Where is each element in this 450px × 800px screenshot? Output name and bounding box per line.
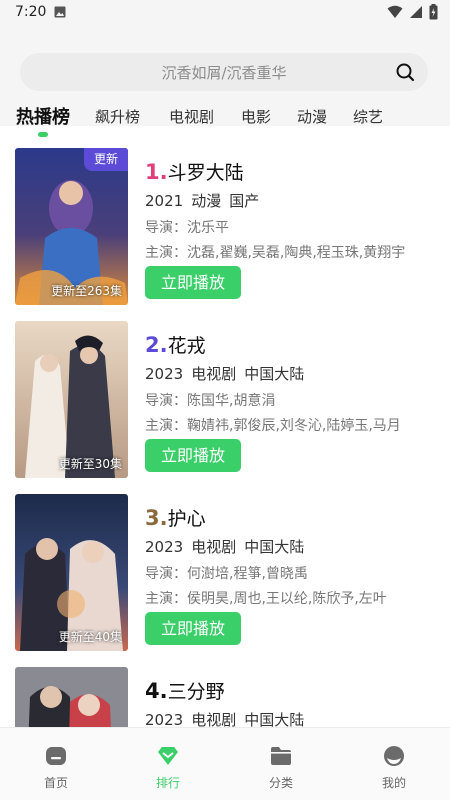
- item-cast: 主演：侯明昊,周也,王以纶,陈欣予,左叶: [145, 591, 387, 607]
- search-bar[interactable]: 沉香如屑/沉香重华: [20, 53, 428, 91]
- item-director: 导演：沈乐平: [145, 220, 229, 236]
- rank-number: 3.: [145, 506, 168, 530]
- active-tab-indicator: [38, 132, 48, 137]
- nav-category-label: 分类: [268, 776, 293, 790]
- signal-icon: [410, 6, 422, 18]
- item-director: 导演：陈国华,胡意涓: [145, 393, 276, 409]
- tab-variety[interactable]: 综艺: [353, 106, 383, 127]
- item-year: 2021: [145, 192, 184, 210]
- item-title[interactable]: 3.护心: [145, 504, 206, 531]
- folder-icon: [271, 747, 291, 765]
- list-item[interactable]: 4.三分野 2023 电视剧 中国大陆: [0, 667, 450, 727]
- item-meta: 2023 电视剧 中国大陆: [145, 709, 312, 727]
- poster-image[interactable]: 更新至40集: [15, 494, 128, 651]
- ranking-list[interactable]: 更新 更新至263集 1.斗罗大陆 2021 动漫 国产 导演：沈乐平 主演：沈磊,…: [0, 148, 450, 727]
- item-type: 电视剧: [191, 538, 237, 556]
- item-title[interactable]: 2.花戎: [145, 331, 206, 358]
- poster-image[interactable]: 更新 更新至263集: [15, 148, 128, 305]
- title-text: 护心: [167, 508, 206, 530]
- profile-icon: [384, 746, 404, 766]
- title-text: 三分野: [167, 681, 225, 703]
- nav-home[interactable]: 首页: [0, 728, 112, 800]
- item-meta: 2023 电视剧 中国大陆: [145, 363, 312, 384]
- rank-number: 4.: [145, 679, 168, 703]
- tab-anime[interactable]: 动漫: [297, 106, 327, 127]
- poster-image[interactable]: 更新至30集: [15, 321, 128, 478]
- nav-ranking[interactable]: 排行: [112, 728, 224, 800]
- list-item[interactable]: 更新至30集 2.花戎 2023 电视剧 中国大陆 导演：陈国华,胡意涓 主演：鞠婧…: [0, 321, 450, 481]
- list-item[interactable]: 更新至40集 3.护心 2023 电视剧 中国大陆 导演：何澍培,程箏,曾晓禹 主演…: [0, 494, 450, 654]
- wifi-icon: [387, 5, 403, 18]
- item-region: 中国大陆: [244, 538, 305, 556]
- search-icon[interactable]: [395, 62, 415, 82]
- item-type: 动漫: [191, 192, 222, 210]
- nav-profile-label: 我的: [381, 776, 406, 790]
- play-button[interactable]: 立即播放: [145, 266, 241, 299]
- item-year: 2023: [145, 711, 184, 727]
- item-type: 电视剧: [191, 711, 237, 727]
- item-cast: 主演：沈磊,翟巍,吴磊,陶典,程玉珠,黄翔宇: [145, 245, 406, 261]
- title-text: 斗罗大陆: [167, 162, 244, 184]
- nav-home-label: 首页: [43, 776, 68, 790]
- item-year: 2023: [145, 538, 184, 556]
- nav-profile[interactable]: 我的: [338, 728, 450, 800]
- ranking-icon: [158, 747, 178, 765]
- play-button[interactable]: 立即播放: [145, 439, 241, 472]
- episode-update-label: 更新至263集: [51, 284, 122, 298]
- update-badge: 更新: [84, 148, 128, 171]
- item-title[interactable]: 4.三分野: [145, 677, 225, 704]
- rank-number: 1.: [145, 160, 168, 184]
- status-time: 7:20: [15, 4, 47, 20]
- tab-tv[interactable]: 电视剧: [169, 106, 214, 127]
- poster-image[interactable]: [15, 667, 128, 727]
- item-cast: 主演：鞠婧祎,郭俊辰,刘冬沁,陆婷玉,马月: [145, 418, 401, 434]
- tab-hot[interactable]: 热播榜: [16, 103, 70, 129]
- list-item[interactable]: 更新 更新至263集 1.斗罗大陆 2021 动漫 国产 导演：沈乐平 主演：沈磊,…: [0, 148, 450, 308]
- title-text: 花戎: [167, 335, 206, 357]
- tab-movie[interactable]: 电影: [241, 106, 271, 127]
- nav-ranking-label: 排行: [155, 776, 180, 790]
- item-meta: 2023 电视剧 中国大陆: [145, 536, 312, 557]
- nav-category[interactable]: 分类: [225, 728, 337, 800]
- battery-icon: [429, 4, 438, 20]
- item-year: 2023: [145, 365, 184, 383]
- home-icon: [46, 747, 66, 765]
- item-region: 国产: [229, 192, 260, 210]
- search-placeholder: 沉香如屑/沉香重华: [161, 64, 287, 82]
- category-tabs: 热播榜 飙升榜 电视剧 电影 动漫 综艺: [0, 102, 450, 134]
- status-bar: 7:20: [0, 0, 450, 26]
- episode-update-label: 更新至40集: [58, 630, 122, 644]
- bottom-navigation: 首页 排行 分类 我的: [0, 727, 450, 800]
- play-button[interactable]: 立即播放: [145, 612, 241, 645]
- image-notification-icon: [54, 6, 66, 18]
- item-meta: 2021 动漫 国产: [145, 190, 267, 211]
- item-title[interactable]: 1.斗罗大陆: [145, 158, 244, 185]
- item-type: 电视剧: [191, 365, 237, 383]
- item-region: 中国大陆: [244, 365, 305, 383]
- item-director: 导演：何澍培,程箏,曾晓禹: [145, 566, 308, 582]
- tab-rising[interactable]: 飙升榜: [95, 106, 140, 127]
- item-region: 中国大陆: [244, 711, 305, 727]
- episode-update-label: 更新至30集: [58, 457, 122, 471]
- rank-number: 2.: [145, 333, 168, 357]
